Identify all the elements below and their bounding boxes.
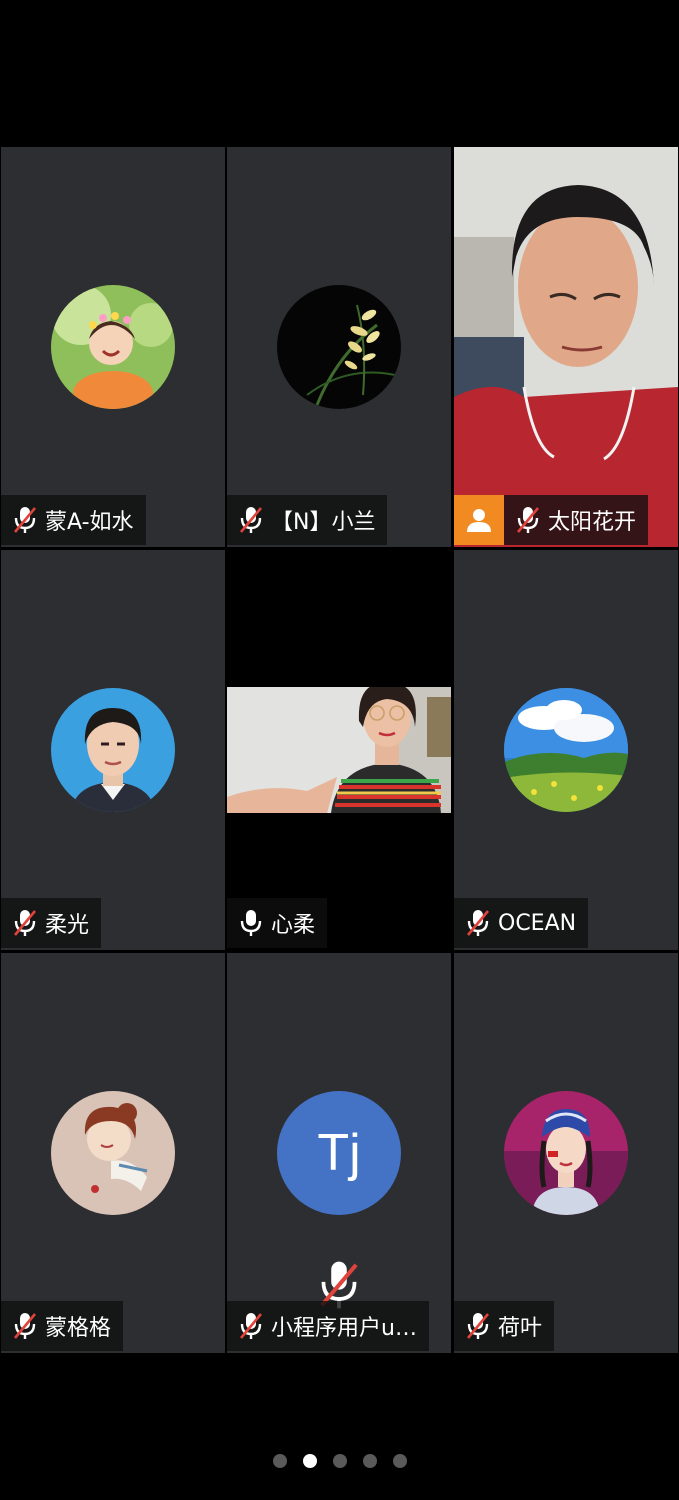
participant-grid: 蒙A-如水 【N】小兰 太阳花开 柔光 心柔 OCEAN 蒙格格 Tj 小程序用… xyxy=(0,147,679,1353)
participant-video xyxy=(227,687,451,813)
mic-muted-icon xyxy=(11,1310,39,1342)
participant-tile[interactable]: Tj 小程序用户u… xyxy=(227,953,451,1353)
participant-name: 蒙格格 xyxy=(45,1316,112,1341)
mic-icon xyxy=(237,907,265,939)
participant-tile[interactable]: 柔光 xyxy=(1,550,225,950)
participant-name-label: 太阳花开 xyxy=(504,495,649,545)
participant-name: 太阳花开 xyxy=(548,510,637,535)
participant-tile[interactable]: 蒙A-如水 xyxy=(1,147,225,547)
person-icon xyxy=(454,495,504,545)
mic-muted-icon xyxy=(514,504,542,536)
avatar-initials-text: Tj xyxy=(317,1124,361,1182)
mic-muted-icon xyxy=(237,1310,265,1342)
participant-name: 荷叶 xyxy=(498,1316,543,1341)
page-dot-active[interactable] xyxy=(302,1454,317,1468)
mic-muted-icon xyxy=(11,907,39,939)
participant-name-label: 心柔 xyxy=(227,898,328,948)
mic-muted-icon xyxy=(237,504,265,536)
participant-name: 心柔 xyxy=(271,913,316,938)
participant-name: 【N】小兰 xyxy=(271,510,376,535)
participant-name: OCEAN xyxy=(498,910,577,936)
avatar xyxy=(51,1091,175,1215)
mic-muted-icon xyxy=(11,504,39,536)
avatar xyxy=(504,1091,628,1215)
page-dot[interactable] xyxy=(272,1454,287,1468)
avatar-initials: Tj xyxy=(277,1091,401,1215)
participant-name-label: 荷叶 xyxy=(454,1301,555,1351)
participant-video xyxy=(454,147,678,547)
avatar xyxy=(504,688,628,812)
participant-name-label: OCEAN xyxy=(454,898,589,948)
participant-name-label: 小程序用户u… xyxy=(227,1301,429,1351)
page-indicator xyxy=(0,1454,679,1468)
participant-tile[interactable]: 【N】小兰 xyxy=(227,147,451,547)
participant-name-label: 【N】小兰 xyxy=(227,495,388,545)
participant-name-label: 蒙格格 xyxy=(1,1301,124,1351)
participant-name: 柔光 xyxy=(45,913,90,938)
avatar xyxy=(51,285,175,409)
participant-name: 蒙A-如水 xyxy=(45,510,134,535)
page-dot[interactable] xyxy=(332,1454,347,1468)
participant-tile[interactable]: 蒙格格 xyxy=(1,953,225,1353)
page-dot[interactable] xyxy=(392,1454,407,1468)
avatar xyxy=(277,285,401,409)
page-dot[interactable] xyxy=(362,1454,377,1468)
mic-muted-icon xyxy=(464,1310,492,1342)
participant-tile[interactable]: 荷叶 xyxy=(454,953,678,1353)
participant-name-label: 蒙A-如水 xyxy=(1,495,146,545)
participant-tile-video[interactable]: 心柔 xyxy=(227,550,451,950)
participant-name-label: 柔光 xyxy=(1,898,102,948)
participant-name: 小程序用户u… xyxy=(271,1316,417,1341)
participant-tile-video[interactable]: 太阳花开 xyxy=(454,147,678,547)
avatar xyxy=(51,688,175,812)
participant-tile[interactable]: OCEAN xyxy=(454,550,678,950)
mic-muted-icon xyxy=(464,907,492,939)
